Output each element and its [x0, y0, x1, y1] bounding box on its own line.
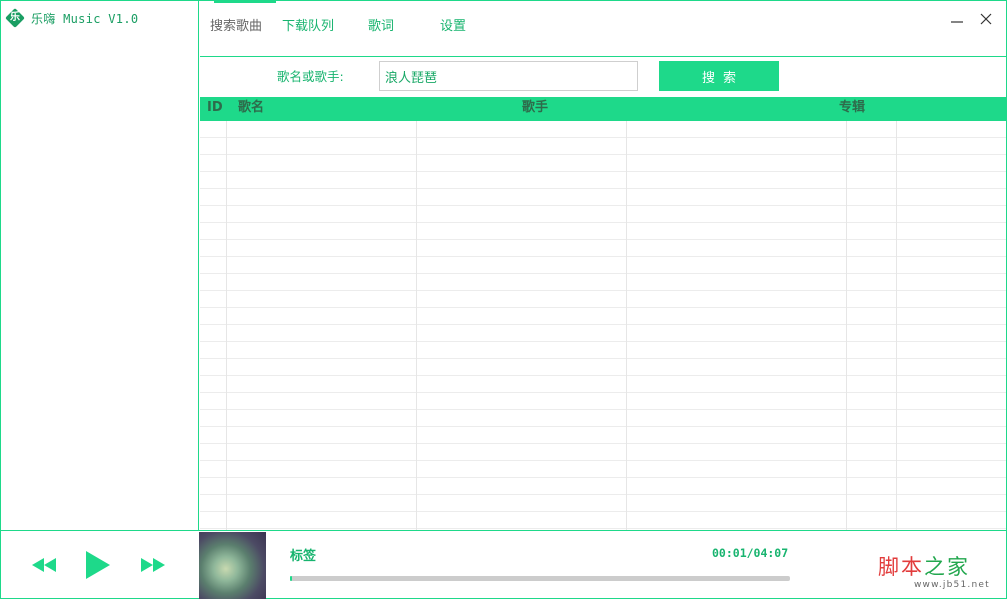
tab-search-songs[interactable]: 搜索歌曲 — [210, 0, 277, 56]
table-header: ID 歌名 歌手 专辑 — [200, 97, 1006, 121]
column-divider — [416, 121, 417, 530]
next-button[interactable] — [141, 558, 165, 576]
column-header-id[interactable]: ID — [207, 97, 223, 121]
column-header-album[interactable]: 专辑 — [839, 97, 865, 121]
column-divider — [896, 121, 897, 530]
fast-rewind-icon — [32, 558, 56, 572]
previous-button[interactable] — [32, 558, 56, 576]
player-bar: 标签 00:01/04:07 脚本之家 www.jb51.net — [0, 530, 1007, 599]
column-divider — [226, 121, 227, 530]
top-tab-bar: 搜索歌曲 下载队列 歌词 设置 — [200, 0, 1006, 57]
close-button[interactable] — [977, 10, 995, 28]
search-button[interactable]: 搜索 — [659, 61, 779, 91]
tab-lyrics[interactable]: 歌词 — [368, 0, 394, 56]
close-icon — [980, 13, 992, 25]
search-label: 歌名或歌手: — [277, 69, 344, 84]
tab-download-queue[interactable]: 下载队列 — [282, 0, 334, 56]
column-divider — [846, 121, 847, 530]
app-logo: 乐 乐嗨 Music V1.0 — [5, 8, 139, 28]
table-body[interactable] — [200, 121, 1006, 530]
search-input[interactable] — [379, 61, 638, 91]
column-divider — [626, 121, 627, 530]
watermark: 脚本之家 www.jb51.net — [878, 551, 1000, 593]
tab-settings[interactable]: 设置 — [440, 0, 466, 56]
album-cover — [199, 532, 266, 599]
play-button[interactable] — [86, 551, 110, 583]
column-header-song[interactable]: 歌名 — [238, 97, 264, 121]
watermark-text-b: 之家 — [924, 555, 970, 579]
column-header-artist[interactable]: 歌手 — [522, 97, 548, 121]
fast-forward-icon — [141, 558, 165, 572]
sidebar: 乐 乐嗨 Music V1.0 — [0, 0, 199, 530]
progress-bar[interactable] — [290, 576, 790, 581]
track-label: 标签 — [290, 549, 317, 564]
minimize-button[interactable] — [948, 10, 966, 28]
minimize-icon — [951, 21, 963, 23]
watermark-url: www.jb51.net — [914, 580, 990, 590]
app-title: 乐嗨 Music V1.0 — [31, 11, 139, 26]
watermark-text-a: 脚本 — [878, 555, 924, 579]
results-table: ID 歌名 歌手 专辑 — [200, 97, 1006, 530]
progress-fill — [290, 576, 292, 581]
playback-time: 00:01/04:07 — [712, 546, 789, 560]
play-icon — [86, 551, 110, 579]
logo-badge-icon: 乐 — [5, 8, 25, 28]
